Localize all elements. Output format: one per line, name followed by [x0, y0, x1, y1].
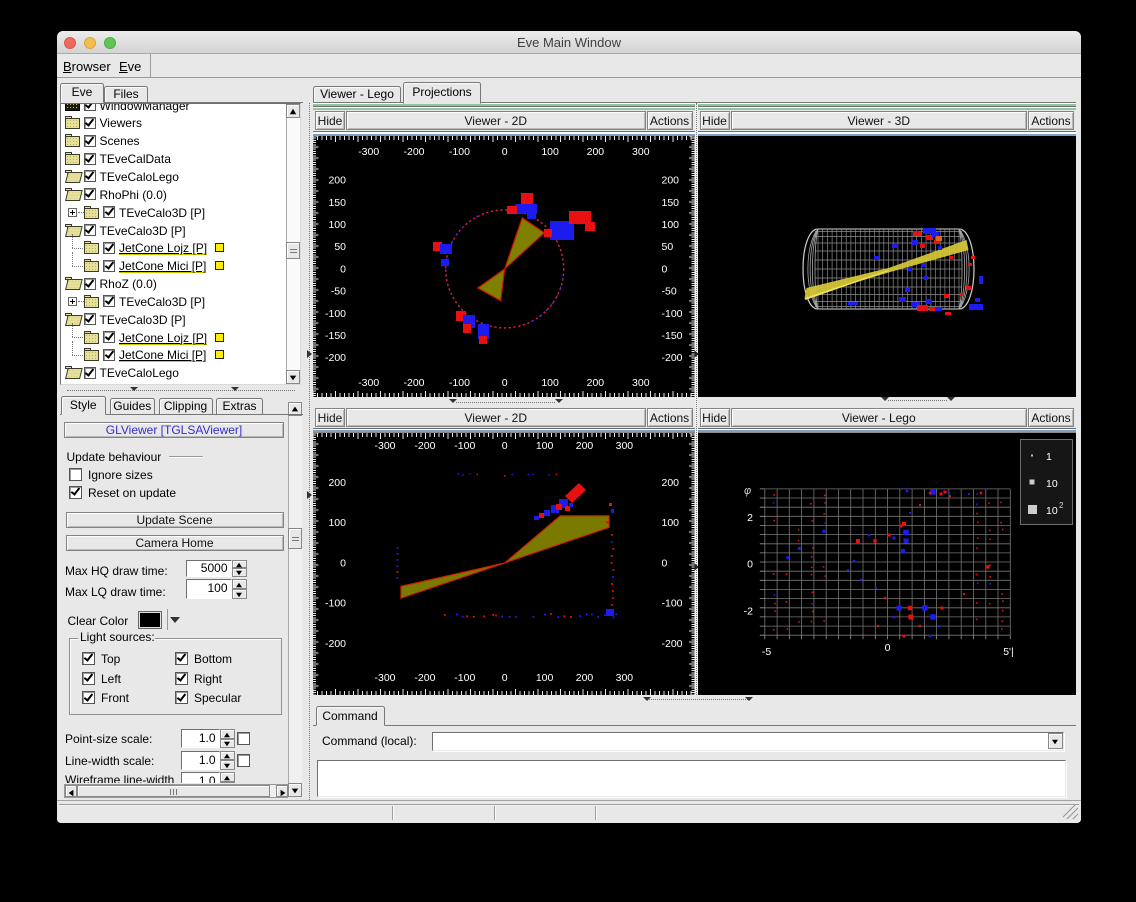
svg-text:-150: -150 — [662, 330, 683, 342]
svg-text:-200: -200 — [414, 672, 435, 684]
svg-text:-100: -100 — [325, 598, 346, 610]
svg-text:0: 0 — [662, 263, 668, 275]
svg-text:-5: -5 — [761, 646, 770, 658]
svg-text:0: 0 — [502, 146, 508, 158]
svg-text:100: 100 — [541, 377, 559, 389]
svg-text:-300: -300 — [358, 377, 379, 389]
svg-text:-100: -100 — [454, 672, 475, 684]
svg-text:10: 10 — [1046, 505, 1058, 517]
svg-text:0: 0 — [662, 557, 668, 569]
svg-text:200: 200 — [662, 477, 680, 489]
svg-text:5'|: 5'| — [1003, 646, 1014, 658]
svg-text:50: 50 — [662, 241, 674, 253]
svg-text:50: 50 — [334, 241, 346, 253]
svg-text:-100: -100 — [454, 440, 475, 452]
svg-text:300: 300 — [632, 377, 650, 389]
svg-text:200: 200 — [576, 672, 594, 684]
svg-text:-200: -200 — [403, 377, 424, 389]
svg-text:-50: -50 — [662, 286, 677, 298]
svg-text:100: 100 — [662, 219, 680, 231]
svg-text:200: 200 — [587, 377, 605, 389]
svg-text:300: 300 — [632, 146, 650, 158]
svg-text:200: 200 — [662, 175, 680, 187]
svg-text:10: 10 — [1046, 478, 1058, 490]
svg-text:300: 300 — [616, 672, 634, 684]
svg-text:100: 100 — [328, 219, 346, 231]
svg-text:-100: -100 — [449, 146, 470, 158]
svg-text:φ: φ — [744, 485, 751, 497]
svg-text:-300: -300 — [358, 146, 379, 158]
svg-text:2: 2 — [1059, 501, 1064, 510]
svg-text:0: 0 — [502, 440, 508, 452]
svg-text:100: 100 — [662, 517, 680, 529]
svg-text:0: 0 — [747, 559, 753, 571]
svg-text:150: 150 — [662, 197, 680, 209]
svg-text:0: 0 — [502, 672, 508, 684]
svg-text:-200: -200 — [403, 146, 424, 158]
svg-text:0: 0 — [340, 263, 346, 275]
svg-text:-2: -2 — [743, 606, 752, 618]
svg-text:100: 100 — [328, 517, 346, 529]
svg-text:-150: -150 — [325, 330, 346, 342]
svg-text:-200: -200 — [662, 352, 683, 364]
svg-text:2: 2 — [747, 512, 753, 524]
svg-text:-100: -100 — [449, 377, 470, 389]
svg-text:200: 200 — [328, 477, 346, 489]
svg-text:200: 200 — [587, 146, 605, 158]
svg-text:-200: -200 — [325, 638, 346, 650]
svg-text:-100: -100 — [662, 308, 683, 320]
svg-text:100: 100 — [536, 672, 554, 684]
svg-text:150: 150 — [328, 197, 346, 209]
svg-text:100: 100 — [536, 440, 554, 452]
svg-text:200: 200 — [576, 440, 594, 452]
svg-text:0: 0 — [340, 557, 346, 569]
svg-text:0: 0 — [502, 377, 508, 389]
svg-text:-100: -100 — [662, 598, 683, 610]
svg-text:-100: -100 — [325, 308, 346, 320]
svg-text:200: 200 — [328, 175, 346, 187]
svg-text:-200: -200 — [414, 440, 435, 452]
svg-text:0: 0 — [884, 642, 890, 654]
svg-text:-200: -200 — [325, 352, 346, 364]
svg-text:-200: -200 — [662, 638, 683, 650]
svg-text:1: 1 — [1046, 451, 1052, 463]
svg-text:-300: -300 — [374, 672, 395, 684]
svg-text:300: 300 — [616, 440, 634, 452]
svg-text:-50: -50 — [331, 286, 346, 298]
svg-text:-300: -300 — [374, 440, 395, 452]
svg-text:100: 100 — [541, 146, 559, 158]
